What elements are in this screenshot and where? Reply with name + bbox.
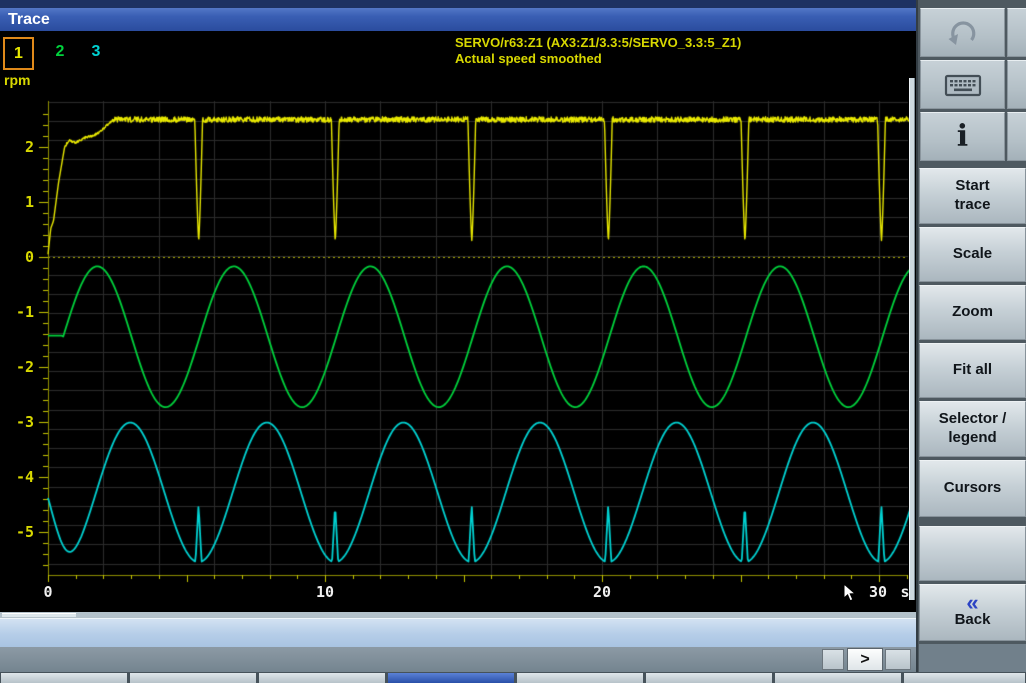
x-tick-label: 20 [592,583,612,601]
info-icon: i [956,118,969,154]
softkey-fit-all[interactable]: Fit all [919,343,1026,398]
softkey-selector-legend[interactable]: Selector / legend [919,401,1026,457]
y-tick-label: -3 [15,413,34,431]
bottom-softkey[interactable] [130,673,256,683]
x-tick-label: 0 [43,583,53,601]
keyboard-button[interactable] [1007,60,1026,109]
y-tick-label: -4 [15,468,34,486]
bottom-softkey-row [0,672,1026,683]
softkey-back[interactable]: « Back [919,584,1026,641]
bottom-softkey[interactable] [646,673,772,683]
softkey-start-trace[interactable]: Start trace [919,168,1026,224]
toolbar-spacer-right [885,649,911,670]
signal-id-text: SERVO/r63:Z1 (AX3:Z1/3.3:5/SERVO_3.3:5_Z… [455,35,742,50]
right-sidebar: i Start trace Scale Zoom Fit all Selecto… [916,0,1026,672]
channel-1-selector[interactable]: 1 [3,37,34,70]
status-panel [0,618,916,647]
virtual-keyboard-icon [944,74,981,96]
bottom-softkey[interactable] [259,673,385,683]
y-tick-label: -1 [15,303,34,321]
undo-button[interactable] [920,8,1005,57]
top-strip [0,0,1026,8]
trace-screen: Trace 1 2 3 rpm SERVO/r63:Z1 (AX3:Z1/3.3… [0,0,1026,683]
virtual-keyboard-button[interactable] [920,60,1005,109]
window-title: Trace [0,8,916,31]
y-tick-label: 0 [24,248,34,266]
channel-2-selector[interactable]: 2 [48,37,72,70]
undo-icon [948,20,975,45]
redo-button[interactable] [1007,8,1026,57]
y-tick-label: -5 [15,523,34,541]
back-chevrons-icon: « [966,590,979,616]
softkey-empty[interactable] [919,526,1026,581]
trace-plot-canvas[interactable] [0,31,916,612]
bottom-softkey[interactable] [1,673,127,683]
screenshot-button[interactable] [1007,112,1026,161]
channel-3-selector[interactable]: 3 [84,37,108,70]
mouse-cursor-icon [843,584,857,602]
lower-toolbar: > [0,647,916,672]
toolbar-spacer-left [822,649,844,670]
softkey-scale[interactable]: Scale [919,227,1026,282]
softkey-cursors[interactable]: Cursors [919,460,1026,517]
unit-label: rpm [4,72,31,88]
vertical-scrollbar[interactable] [909,78,915,600]
y-tick-label: 1 [24,193,34,211]
bottom-softkey[interactable] [517,673,643,683]
trace-chart-panel: 1 2 3 rpm SERVO/r63:Z1 (AX3:Z1/3.3:5/SER… [0,31,916,612]
bottom-softkey-active[interactable] [388,673,514,683]
signal-name-text: Actual speed smoothed [455,51,602,66]
y-tick-label: -2 [15,358,34,376]
horizontal-scrollbar-thumb[interactable] [2,613,76,617]
y-tick-label: 2 [24,138,34,156]
info-button[interactable]: i [920,112,1005,161]
x-tick-label: 10 [315,583,335,601]
sidebar-filler [919,644,1026,672]
x-tick-label: 30 [868,583,888,601]
softkey-zoom[interactable]: Zoom [919,285,1026,340]
menu-expand-button[interactable]: > [847,648,883,671]
bottom-softkey[interactable] [904,673,1025,683]
bottom-softkey[interactable] [775,673,901,683]
